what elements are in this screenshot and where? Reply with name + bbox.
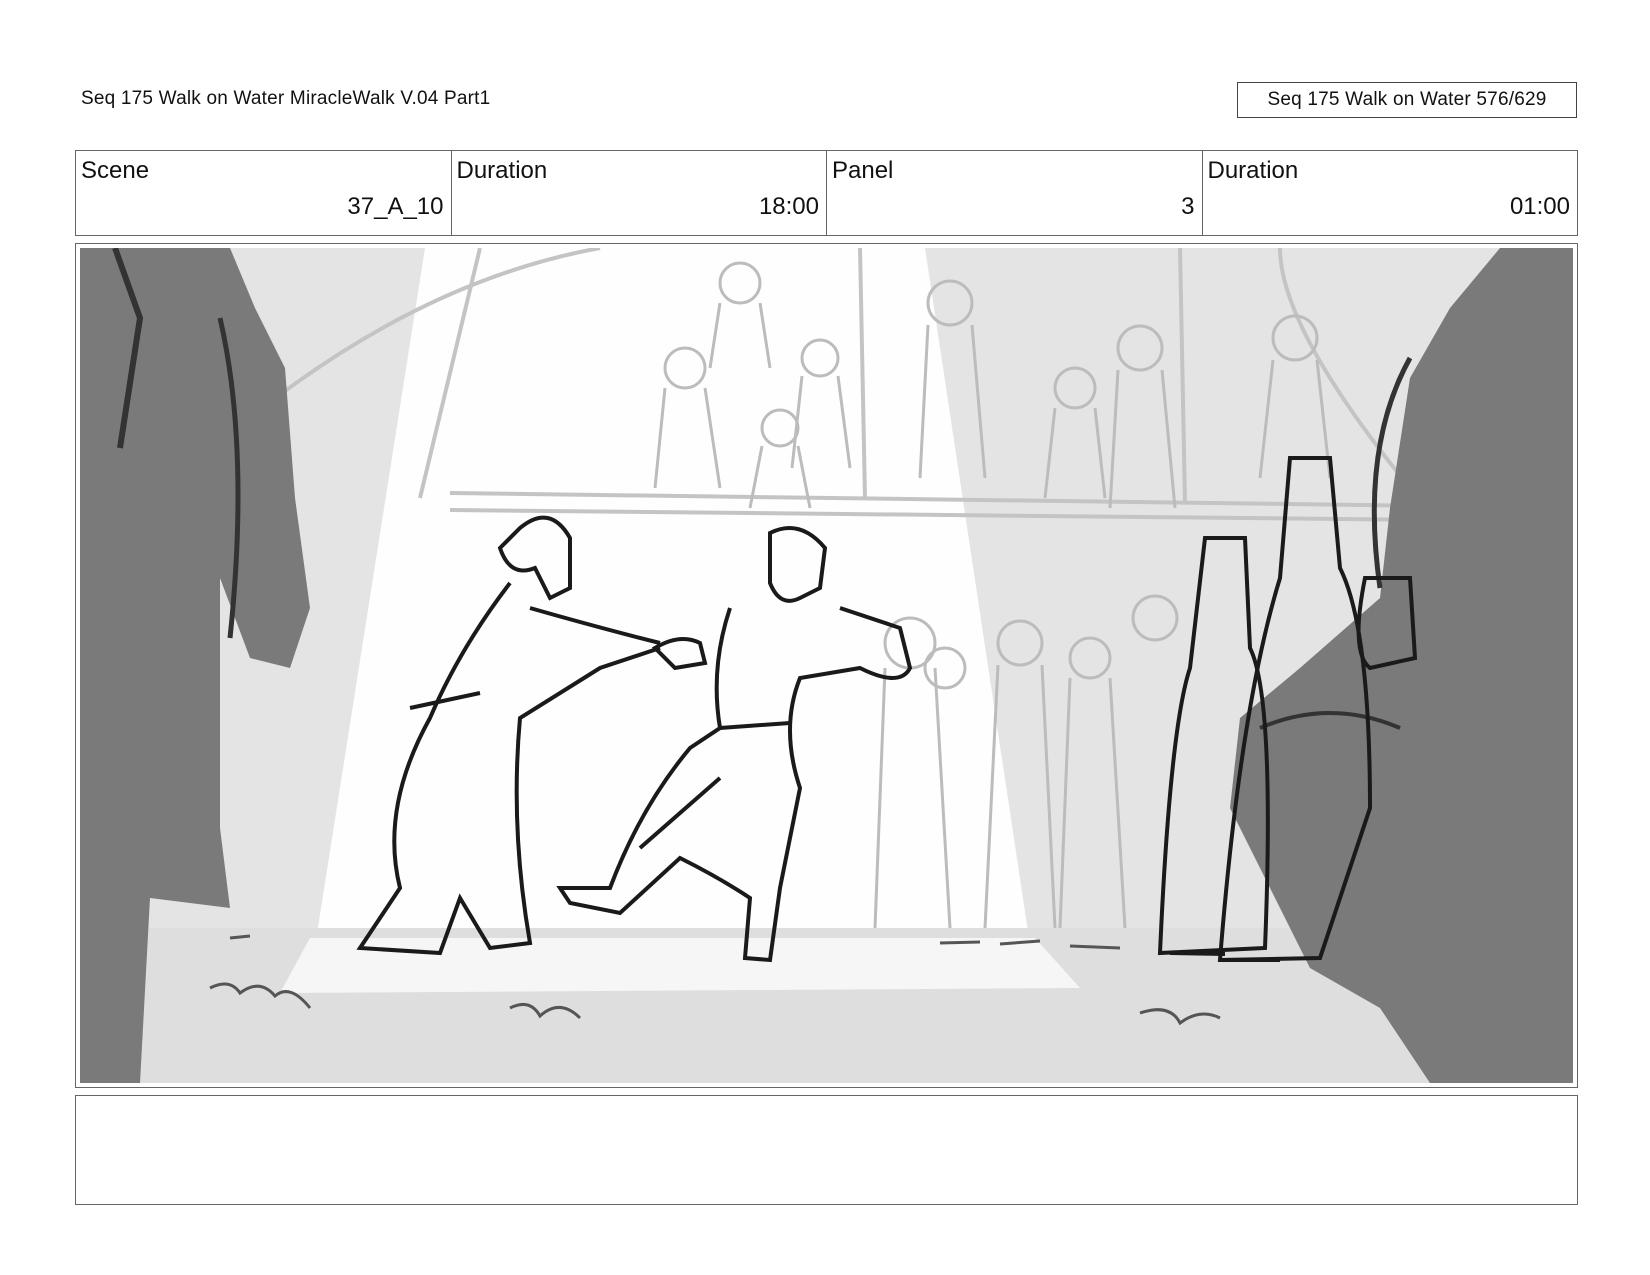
panel-info-table: Scene 37_A_10 Duration 18:00 Panel 3 Dur… [75, 150, 1578, 236]
panel-value: 3 [1181, 193, 1195, 220]
panel-notes-box [75, 1095, 1578, 1205]
scene-duration-value: 18:00 [758, 193, 819, 220]
panel-duration-value: 01:00 [1509, 193, 1570, 220]
storyboard-panel-frame [75, 243, 1578, 1088]
scene-duration-label: Duration [456, 157, 548, 184]
panel-duration-cell: Duration 01:00 [1203, 151, 1578, 235]
panel-label: Panel [832, 157, 894, 184]
panel-duration-label: Duration [1207, 157, 1299, 184]
storyboard-sketch [80, 248, 1573, 1083]
scene-cell: Scene 37_A_10 [76, 151, 452, 235]
panel-cell: Panel 3 [827, 151, 1203, 235]
scene-duration-cell: Duration 18:00 [452, 151, 827, 235]
page-counter: Seq 175 Walk on Water 576/629 [1237, 82, 1577, 118]
scene-label: Scene [81, 157, 150, 184]
scene-value: 37_A_10 [347, 193, 444, 220]
sequence-title: Seq 175 Walk on Water MiracleWalk V.04 P… [81, 88, 491, 109]
